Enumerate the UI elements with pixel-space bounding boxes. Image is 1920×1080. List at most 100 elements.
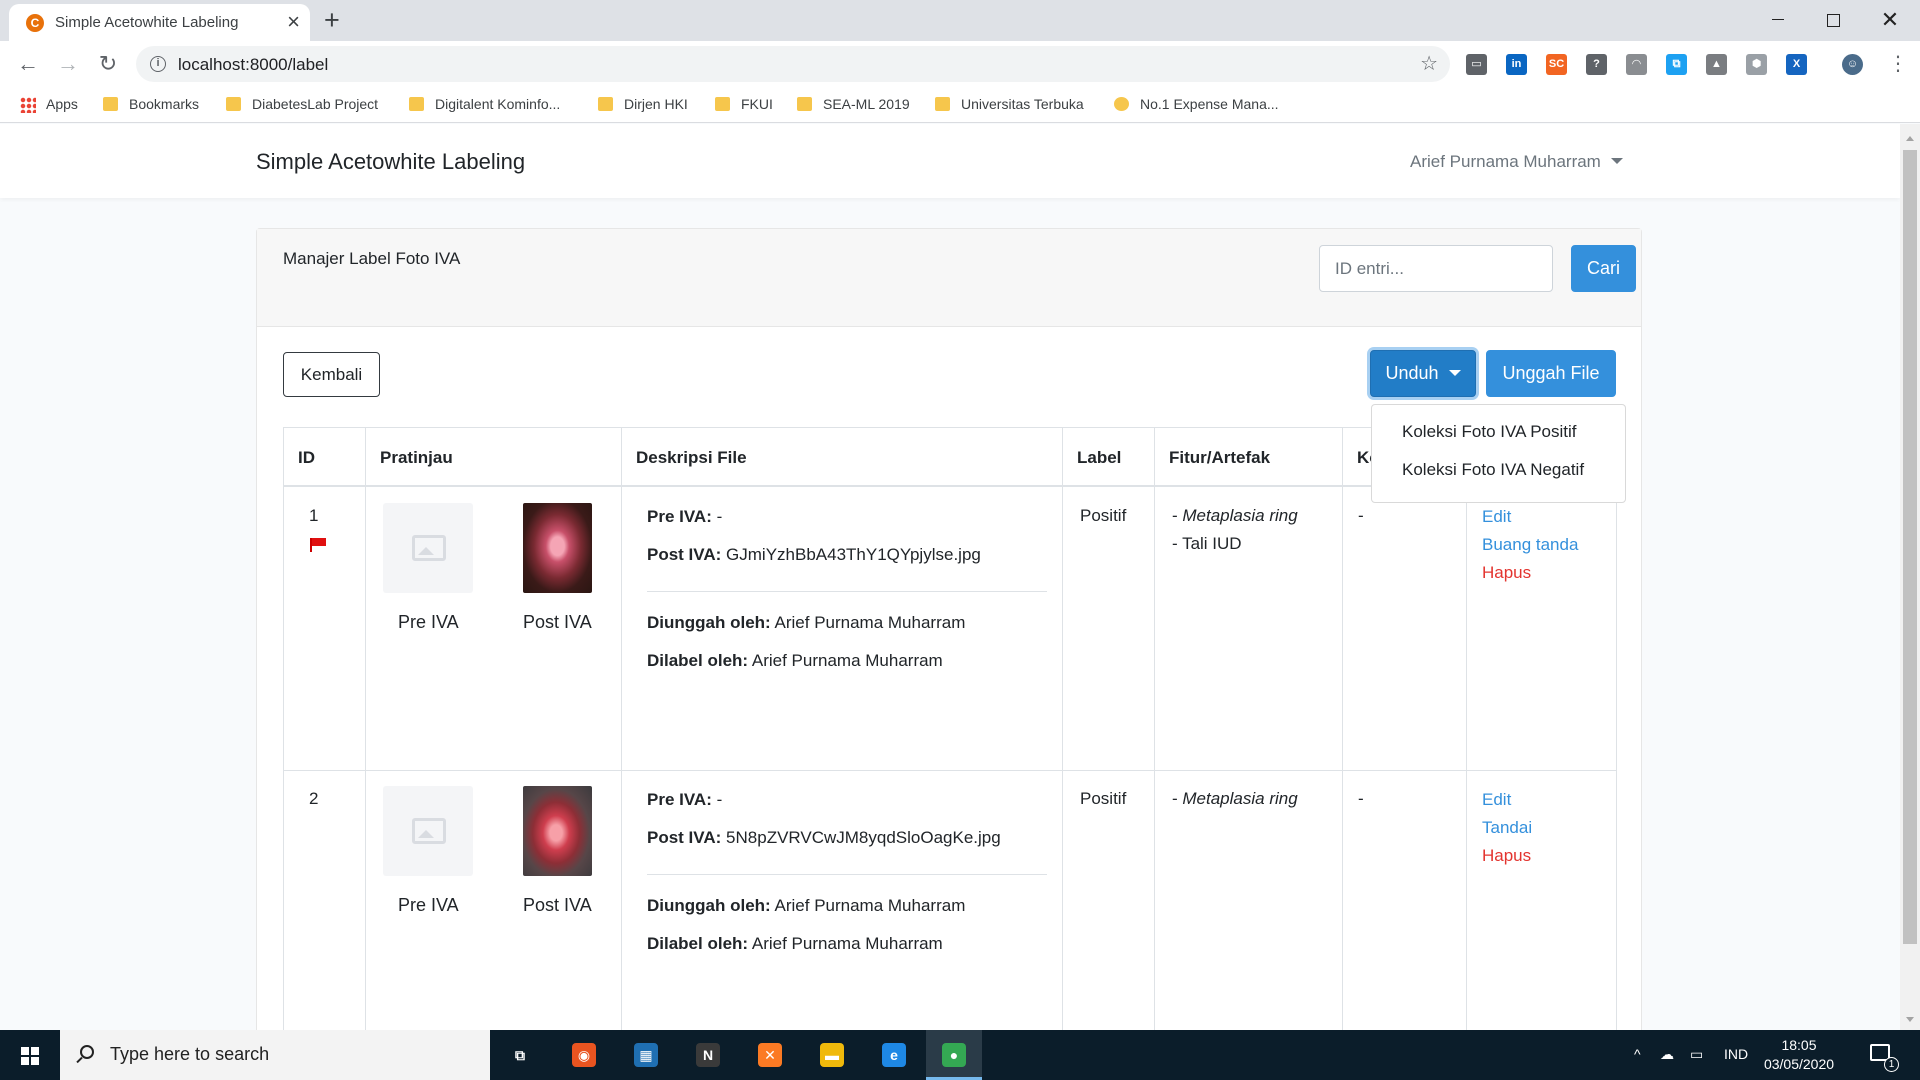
system-clock[interactable]: 18:05 03/05/2020 xyxy=(1752,1036,1846,1074)
chrome-menu-icon[interactable]: ⋮ xyxy=(1888,51,1908,76)
scroll-up-arrow-icon[interactable] xyxy=(1906,136,1914,141)
bookmark-item[interactable]: Dirjen HKI xyxy=(624,96,688,112)
table-border xyxy=(621,427,622,1030)
back-arrow-icon[interactable]: ← xyxy=(12,49,44,79)
taskbar-app[interactable]: ▦ xyxy=(618,1030,674,1080)
delete-link[interactable]: Hapus xyxy=(1482,563,1531,583)
folder-icon xyxy=(715,97,730,111)
clock-time: 18:05 xyxy=(1781,1037,1817,1053)
folder-icon xyxy=(409,97,424,111)
taskbar-search-box[interactable]: Type here to search xyxy=(60,1030,490,1080)
card-title: Manajer Label Foto IVA xyxy=(283,249,461,268)
feature-item: - Tali IUD xyxy=(1172,534,1242,553)
post-iva-file-line: Post IVA: 5N8pZVRVCwJM8yqdSloOagKe.jpg xyxy=(647,828,1001,848)
flag-icon xyxy=(310,538,326,552)
store-icon: ▦ xyxy=(634,1043,658,1067)
bookmark-item[interactable]: Bookmarks xyxy=(129,96,199,112)
taskbar-app[interactable]: ✕ xyxy=(742,1030,798,1080)
labeled-by-line: Dilabel oleh: Arief Purnama Muharram xyxy=(647,651,943,671)
bookmark-item[interactable]: Universitas Terbuka xyxy=(961,96,1084,112)
scroll-down-arrow-icon[interactable] xyxy=(1906,1017,1914,1022)
bookmark-item[interactable]: DiabetesLab Project xyxy=(252,96,378,112)
new-tab-button[interactable]: + xyxy=(324,5,340,35)
taskbar-app[interactable]: ◉ xyxy=(556,1030,612,1080)
sc-extension-icon[interactable]: SC xyxy=(1546,54,1567,75)
back-button[interactable]: Kembali xyxy=(283,352,380,397)
apps-grid-icon xyxy=(20,97,36,113)
entry-id-search-input[interactable] xyxy=(1319,245,1553,292)
app-brand[interactable]: Simple Acetowhite Labeling xyxy=(256,149,525,175)
chat-extension-icon[interactable]: ▭ xyxy=(1466,54,1487,75)
upload-file-button[interactable]: Unggah File xyxy=(1486,350,1616,397)
page-scrollbar[interactable] xyxy=(1900,124,1920,1030)
taskbar-app[interactable]: ▬ xyxy=(804,1030,860,1080)
scrollbar-thumb[interactable] xyxy=(1903,150,1917,944)
post-iva-thumbnail[interactable] xyxy=(523,786,592,876)
user-menu-toggle[interactable]: Arief Purnama Muharram xyxy=(1410,152,1623,172)
forward-arrow-icon[interactable]: → xyxy=(52,49,84,79)
shield-extension-icon[interactable]: ⬢ xyxy=(1746,54,1767,75)
tab-close-icon[interactable]: × xyxy=(287,9,300,35)
battery-icon[interactable]: ▭ xyxy=(1690,1046,1703,1063)
help-extension-icon[interactable]: ? xyxy=(1586,54,1607,75)
taskbar-app[interactable]: N xyxy=(680,1030,736,1080)
bookmark-item[interactable]: No.1 Expense Mana... xyxy=(1140,96,1279,112)
comment-value: - xyxy=(1358,789,1364,808)
post-iva-thumbnail[interactable] xyxy=(523,503,592,593)
flag-link[interactable]: Tandai xyxy=(1482,818,1532,838)
feature-text: Metaplasia ring xyxy=(1182,789,1298,808)
window-minimize-button[interactable] xyxy=(1757,5,1797,35)
notion-icon: N xyxy=(696,1043,720,1067)
translate-extension-icon[interactable]: ⧉ xyxy=(1666,54,1687,75)
remove-flag-link[interactable]: Buang tanda xyxy=(1482,535,1578,555)
download-negative-collection[interactable]: Koleksi Foto IVA Negatif xyxy=(1402,460,1584,480)
download-dropdown-button[interactable]: Unduh xyxy=(1370,350,1476,397)
tray-overflow-icon[interactable]: ^ xyxy=(1634,1046,1641,1062)
taskbar-app[interactable]: e xyxy=(866,1030,922,1080)
site-info-icon[interactable]: i xyxy=(150,56,166,72)
browser-tab[interactable]: C Simple Acetowhite Labeling × xyxy=(9,4,310,41)
headphones-extension-icon[interactable]: ◠ xyxy=(1626,54,1647,75)
taskbar-app[interactable]: ● xyxy=(926,1030,982,1080)
feature-item: - Metaplasia ring xyxy=(1172,789,1298,808)
profile-avatar[interactable]: ☺ xyxy=(1842,54,1863,75)
window-maximize-button[interactable] xyxy=(1813,5,1853,35)
labeled-by-key: Dilabel oleh: xyxy=(647,934,749,953)
xampp-icon: ✕ xyxy=(758,1043,782,1067)
download-positive-collection[interactable]: Koleksi Foto IVA Positif xyxy=(1402,422,1576,442)
table-border xyxy=(1466,427,1467,1030)
pre-iva-placeholder-image[interactable] xyxy=(383,786,473,876)
bookmark-item[interactable]: FKUI xyxy=(741,96,773,112)
network-icon[interactable]: ☁ xyxy=(1660,1046,1674,1063)
table-border xyxy=(365,427,366,1030)
bookmark-item[interactable]: SEA-ML 2019 xyxy=(823,96,910,112)
windows-start-button[interactable] xyxy=(0,1030,60,1080)
linkedin-icon[interactable]: in xyxy=(1506,54,1527,75)
taskbar-app[interactable]: ⧉ xyxy=(492,1030,548,1080)
pre-iva-placeholder-image[interactable] xyxy=(383,503,473,593)
pre-iva-caption: Pre IVA xyxy=(398,612,459,632)
bookmark-star-icon[interactable]: ☆ xyxy=(1420,51,1438,76)
drive-extension-icon[interactable]: ▲ xyxy=(1706,54,1727,75)
uploaded-by-value: Arief Purnama Muharram xyxy=(774,896,966,915)
feature-text: Tali IUD xyxy=(1182,534,1242,553)
pre-iva-file: - xyxy=(716,790,723,809)
edit-link[interactable]: Edit xyxy=(1482,790,1511,810)
address-bar[interactable]: i localhost:8000/label ☆ xyxy=(136,46,1450,82)
window-close-button[interactable]: ✕ xyxy=(1870,5,1910,35)
edit-link[interactable]: Edit xyxy=(1482,507,1511,527)
task-view-icon: ⧉ xyxy=(515,1047,525,1063)
delete-link[interactable]: Hapus xyxy=(1482,846,1531,866)
page-viewport: Simple Acetowhite Labeling Arief Purnama… xyxy=(0,124,1900,1030)
label-value: Positif xyxy=(1080,789,1127,808)
input-language-indicator[interactable]: IND xyxy=(1724,1046,1748,1062)
bookmark-item[interactable]: Apps xyxy=(46,96,78,112)
description-divider xyxy=(647,591,1047,592)
post-iva-caption: Post IVA xyxy=(523,895,592,915)
reload-icon[interactable]: ↻ xyxy=(92,49,124,79)
folder-icon xyxy=(598,97,613,111)
bookmark-item[interactable]: Digitalent Kominfo... xyxy=(435,96,560,112)
search-button[interactable]: Cari xyxy=(1571,245,1636,292)
x-extension-icon[interactable]: X xyxy=(1786,54,1807,75)
address-bar-url[interactable]: localhost:8000/label xyxy=(178,55,328,75)
